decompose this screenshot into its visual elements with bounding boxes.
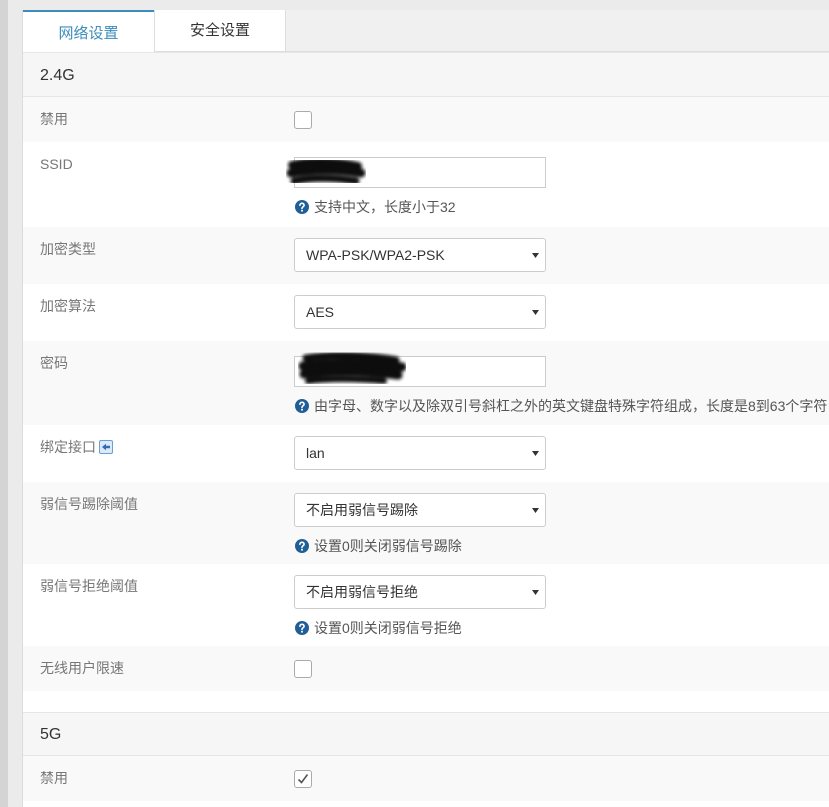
disable-checkbox-24g[interactable] — [294, 111, 312, 129]
weak-signal-kick-hint: 设置0则关闭弱信号踢除 — [294, 536, 829, 556]
encryption-algorithm-select[interactable]: AES — [294, 295, 546, 329]
row-disable-5g: 禁用 — [23, 756, 829, 801]
weak-signal-kick-hint-text: 设置0则关闭弱信号踢除 — [314, 538, 462, 554]
weak-signal-reject-hint: 设置0则关闭弱信号拒绝 — [294, 618, 829, 638]
row-password: 密码 由字母、数字以及除双引号斜杠之外的英文键盘特殊字符组成，长度是8到63个字… — [23, 341, 829, 425]
caret-down-icon — [532, 310, 539, 315]
ssid-hint-text: 支持中文，长度小于32 — [314, 199, 456, 215]
row-disable-24g: 禁用 — [23, 97, 829, 142]
row-encryption-algorithm: 加密算法 AES — [23, 284, 829, 341]
row-bind-interface: 绑定接口 lan — [23, 425, 829, 482]
row-weak-signal-reject: 弱信号拒绝阈值 不启用弱信号拒绝 设置0则关闭弱信号拒绝 — [23, 564, 829, 646]
encryption-algorithm-value: AES — [306, 304, 335, 320]
settings-panel: 网络设置 安全设置 2.4G 禁用 SSID 支持中文，长度小于32 加密类型 … — [22, 10, 829, 807]
caret-down-icon — [532, 451, 539, 456]
rate-limit-label: 无线用户限速 — [40, 660, 124, 676]
weak-signal-reject-value: 不启用弱信号拒绝 — [306, 584, 418, 600]
password-label: 密码 — [40, 355, 68, 371]
section-spacer — [23, 691, 829, 712]
tab-security-settings[interactable]: 安全设置 — [154, 10, 286, 52]
bind-interface-select[interactable]: lan — [294, 436, 546, 470]
question-circle-icon — [295, 539, 309, 553]
weak-signal-kick-select[interactable]: 不启用弱信号踢除 — [294, 493, 546, 527]
caret-down-icon — [532, 253, 539, 258]
row-weak-signal-kick: 弱信号踢除阈值 不启用弱信号踢除 设置0则关闭弱信号踢除 — [23, 482, 829, 564]
section-title-24g: 2.4G — [23, 52, 829, 97]
password-input[interactable] — [294, 356, 546, 387]
password-hint: 由字母、数字以及除双引号斜杠之外的英文键盘特殊字符组成，长度是8到63个字符 — [294, 396, 829, 416]
disable-checkbox-5g[interactable] — [294, 770, 312, 788]
tab-bar: 网络设置 安全设置 — [23, 10, 829, 52]
row-ssid: SSID 支持中文，长度小于32 — [23, 142, 829, 227]
check-icon — [297, 774, 309, 784]
caret-down-icon — [532, 590, 539, 595]
ssid-label: SSID — [40, 156, 73, 172]
row-encryption-type: 加密类型 WPA-PSK/WPA2-PSK — [23, 227, 829, 284]
bind-interface-value: lan — [306, 445, 325, 461]
disable-label: 禁用 — [40, 111, 68, 127]
weak-signal-reject-hint-text: 设置0则关闭弱信号拒绝 — [314, 620, 462, 636]
interface-link-icon[interactable] — [99, 440, 113, 454]
ssid-hint: 支持中文，长度小于32 — [294, 197, 829, 217]
encryption-type-select[interactable]: WPA-PSK/WPA2-PSK — [294, 238, 546, 272]
encryption-type-label: 加密类型 — [40, 241, 96, 257]
section-title-5g: 5G — [23, 712, 829, 756]
weak-signal-kick-label: 弱信号踢除阈值 — [40, 496, 138, 512]
weak-signal-kick-value: 不启用弱信号踢除 — [306, 502, 418, 518]
password-hint-text: 由字母、数字以及除双引号斜杠之外的英文键盘特殊字符组成，长度是8到63个字符 — [314, 398, 828, 414]
left-scrollbar[interactable] — [0, 0, 8, 807]
caret-down-icon — [532, 508, 539, 513]
question-circle-icon — [295, 200, 309, 214]
disable-label: 禁用 — [40, 770, 68, 786]
row-rate-limit: 无线用户限速 — [23, 646, 829, 691]
weak-signal-reject-select[interactable]: 不启用弱信号拒绝 — [294, 575, 546, 609]
ssid-input[interactable] — [294, 157, 546, 188]
weak-signal-reject-label: 弱信号拒绝阈值 — [40, 578, 138, 594]
encryption-algorithm-label: 加密算法 — [40, 298, 96, 314]
encryption-type-value: WPA-PSK/WPA2-PSK — [306, 247, 445, 263]
tab-network-settings[interactable]: 网络设置 — [23, 10, 154, 52]
bind-interface-label: 绑定接口 — [40, 439, 96, 455]
question-circle-icon — [295, 399, 309, 413]
rate-limit-checkbox[interactable] — [294, 660, 312, 678]
bind-interface-label-group: 绑定接口 — [40, 437, 113, 457]
question-circle-icon — [295, 621, 309, 635]
